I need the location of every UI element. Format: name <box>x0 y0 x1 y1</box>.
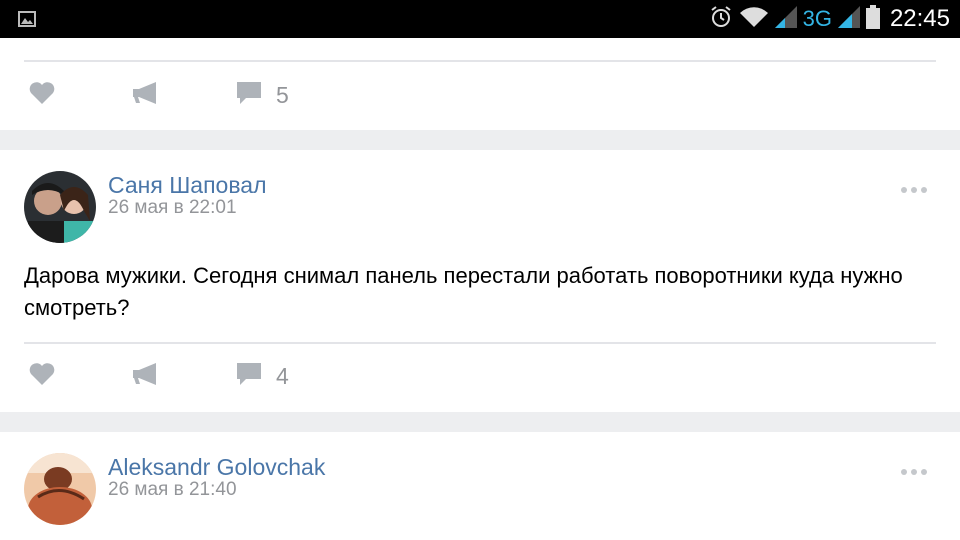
post-date[interactable]: 26 мая в 21:40 <box>108 479 237 501</box>
dot-icon <box>921 469 927 475</box>
post-date[interactable]: 26 мая в 22:01 <box>108 197 237 219</box>
heart-icon <box>28 362 56 391</box>
like-button[interactable] <box>28 356 56 396</box>
battery-icon <box>865 4 880 34</box>
more-options-button[interactable] <box>901 469 927 477</box>
megaphone-icon <box>132 362 158 391</box>
dot-icon <box>911 187 917 193</box>
alarm-icon <box>709 5 733 34</box>
network-type-label: 3G <box>802 6 832 31</box>
share-button[interactable] <box>132 356 158 396</box>
like-button[interactable] <box>28 75 56 115</box>
status-bar: 3G 22:45 <box>0 0 960 38</box>
megaphone-icon <box>132 81 158 110</box>
avatar[interactable] <box>24 171 96 243</box>
post-actions: 5 <box>0 75 960 115</box>
post-actions: 4 <box>0 356 960 396</box>
avatar[interactable] <box>24 453 96 525</box>
heart-icon <box>28 81 56 110</box>
comment-button[interactable]: 5 <box>236 75 289 115</box>
post-card: 5 <box>0 38 960 130</box>
signal-icon <box>774 5 797 33</box>
wifi-icon <box>739 5 769 34</box>
share-button[interactable] <box>132 75 158 115</box>
post-card: Саня Шаповал 26 мая в 22:01 Дарова мужик… <box>0 150 960 412</box>
gallery-notification-icon <box>18 11 36 32</box>
clock: 22:45 <box>889 5 950 32</box>
comment-button[interactable]: 4 <box>236 356 289 396</box>
more-options-button[interactable] <box>901 187 927 195</box>
comment-icon <box>236 362 262 391</box>
comments-count: 5 <box>276 81 289 108</box>
divider <box>24 60 936 62</box>
dot-icon <box>911 469 917 475</box>
post-author[interactable]: Aleksandr Golovchak <box>108 454 325 481</box>
dot-icon <box>921 187 927 193</box>
dot-icon <box>901 469 907 475</box>
post-author[interactable]: Саня Шаповал <box>108 172 267 199</box>
post-text: Дарова мужики. Сегодня снимал панель пер… <box>24 263 903 320</box>
divider <box>24 342 936 344</box>
dot-icon <box>901 187 907 193</box>
post-card: Aleksandr Golovchak 26 мая в 21:40 <box>0 432 960 540</box>
signal-strength-icon <box>837 5 860 33</box>
comment-icon <box>236 81 262 110</box>
comments-count: 4 <box>276 362 289 389</box>
